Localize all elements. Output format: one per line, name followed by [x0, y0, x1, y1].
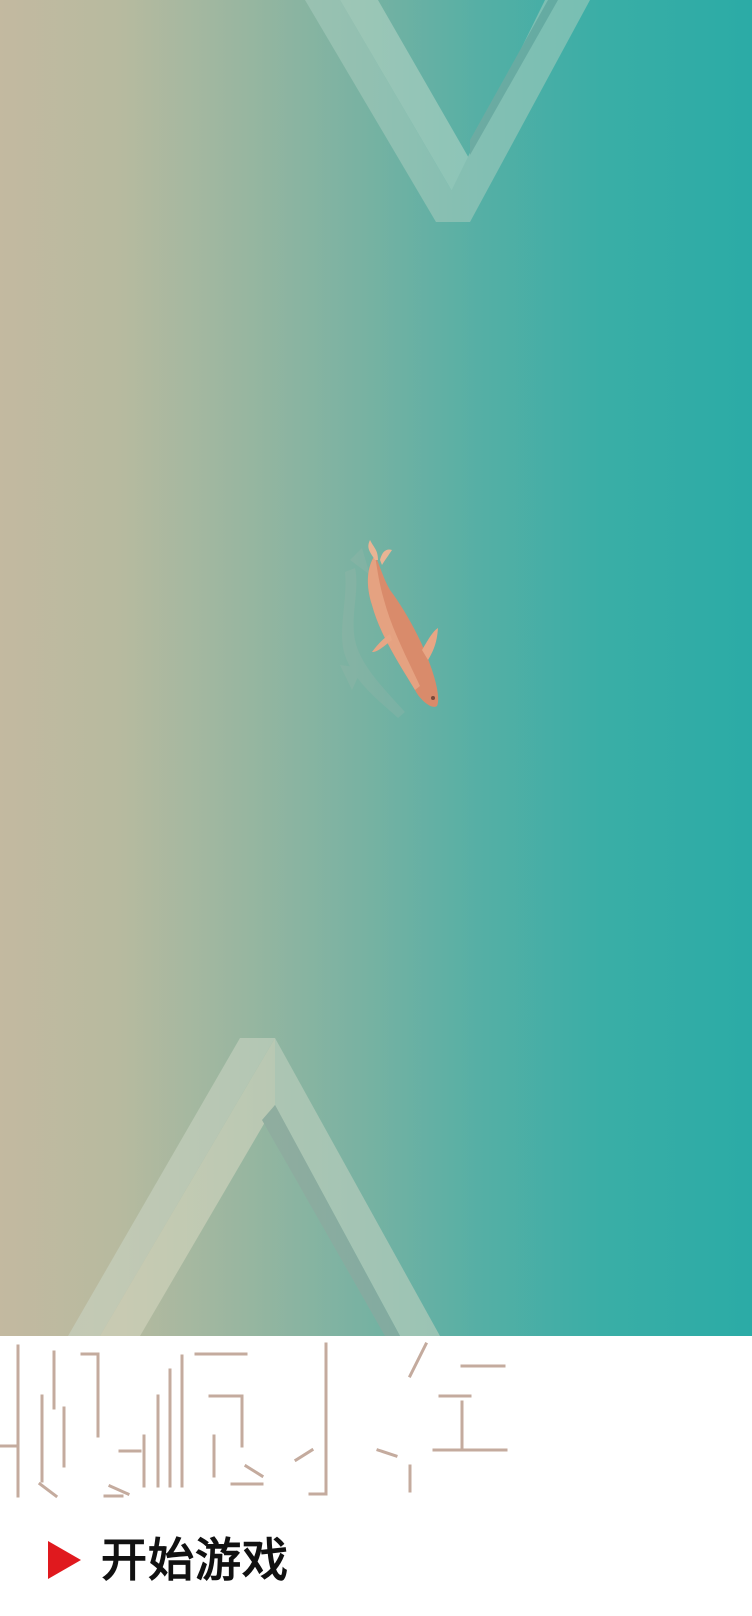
koi-fish [367, 540, 439, 707]
pond-decoration [68, 0, 590, 1336]
play-icon [48, 1541, 81, 1579]
start-game-button[interactable]: 开始游戏 [48, 1531, 289, 1589]
bottom-chevron-decoration [68, 1038, 440, 1336]
pond-scene [0, 0, 752, 1336]
top-chevron-decoration [305, 0, 590, 222]
title-logo [0, 1341, 508, 1499]
start-game-label: 开始游戏 [101, 1533, 289, 1587]
